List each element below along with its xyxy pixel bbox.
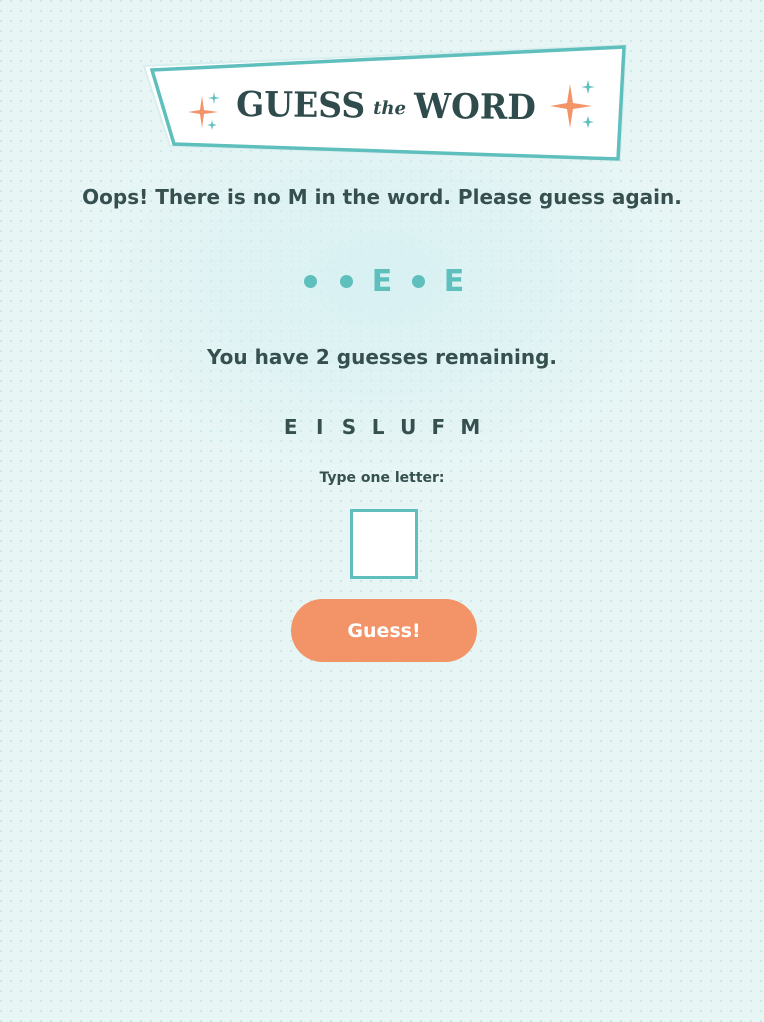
word-slot: [407, 258, 429, 304]
guessed-letter: F: [431, 415, 446, 439]
logo-word-guess: GUESS: [235, 83, 366, 126]
guessed-letter: L: [371, 415, 385, 439]
guessed-letters: EISLUFM: [0, 415, 764, 439]
guessed-letter: E: [283, 415, 298, 439]
letter-input[interactable]: [350, 509, 418, 579]
hidden-letter-dot: [339, 274, 353, 288]
word-slot: E: [371, 258, 393, 304]
hidden-letter-dot: [303, 274, 317, 288]
logo-title: GUESS the WORD: [142, 83, 630, 127]
hidden-word: EE: [0, 258, 764, 304]
word-slot: [335, 258, 357, 304]
game-logo: GUESS the WORD: [142, 42, 630, 166]
guess-button[interactable]: Guess!: [291, 599, 477, 662]
hidden-letter-dot: [411, 274, 425, 288]
revealed-letter: E: [443, 263, 465, 299]
logo-word-word: WORD: [413, 85, 537, 128]
logo-word-the: the: [373, 97, 407, 120]
status-message: Oops! There is no M in the word. Please …: [82, 185, 682, 209]
remaining-guesses: You have 2 guesses remaining.: [207, 345, 557, 369]
guessed-letter: U: [400, 415, 417, 439]
guessed-letter: I: [315, 415, 324, 439]
input-label: Type one letter:: [319, 470, 445, 486]
word-slot: [299, 258, 321, 304]
guessed-letter: M: [460, 415, 481, 439]
revealed-letter: E: [371, 263, 393, 299]
word-slot: E: [443, 258, 465, 304]
guessed-letter: S: [341, 415, 357, 439]
